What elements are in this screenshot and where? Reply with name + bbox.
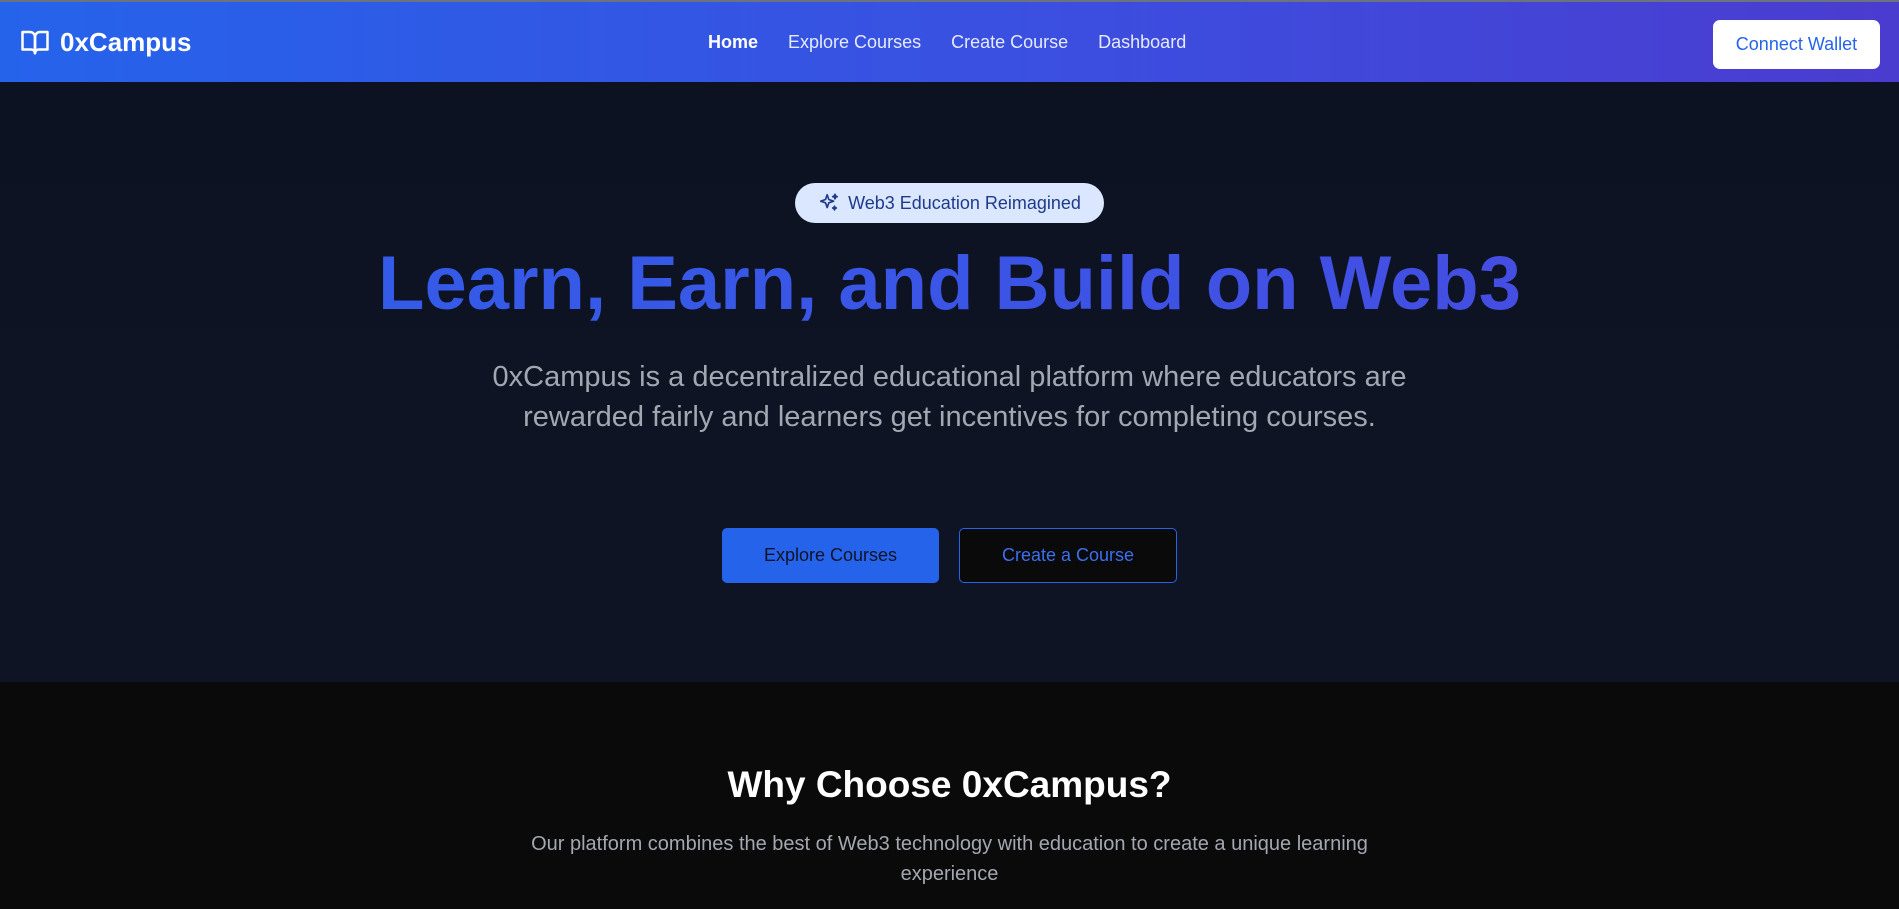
connect-wallet-button[interactable]: Connect Wallet (1713, 20, 1880, 69)
hero-section: Web3 Education Reimagined Learn, Earn, a… (0, 82, 1899, 682)
main-nav: Home Explore Courses Create Course Dashb… (708, 32, 1186, 53)
features-subtitle: Our platform combines the best of Web3 t… (531, 833, 1368, 885)
hero-subtitle: 0xCampus is a decentralized educational … (492, 361, 1407, 433)
hero-badge: Web3 Education Reimagined (795, 183, 1104, 223)
features-section: Why Choose 0xCampus? Our platform combin… (0, 682, 1899, 909)
nav-link-home[interactable]: Home (708, 32, 758, 53)
brand-name: 0xCampus (60, 26, 192, 57)
sparkles-icon (820, 193, 839, 211)
create-course-button[interactable]: Create a Course (959, 528, 1177, 583)
features-title: Why Choose 0xCampus? (727, 764, 1172, 805)
explore-courses-button[interactable]: Explore Courses (722, 528, 939, 583)
brand-logo[interactable]: 0xCampus (20, 24, 192, 60)
nav-link-dashboard[interactable]: Dashboard (1098, 32, 1186, 53)
top-navbar: 0xCampus Home Explore Courses Create Cou… (0, 0, 1899, 82)
hero-title: Learn, Earn, and Build on Web3 (0, 242, 1899, 326)
book-open-icon (21, 30, 49, 55)
nav-link-create-course[interactable]: Create Course (951, 32, 1068, 53)
nav-link-explore-courses[interactable]: Explore Courses (788, 32, 921, 53)
hero-badge-text: Web3 Education Reimagined (848, 192, 1081, 213)
